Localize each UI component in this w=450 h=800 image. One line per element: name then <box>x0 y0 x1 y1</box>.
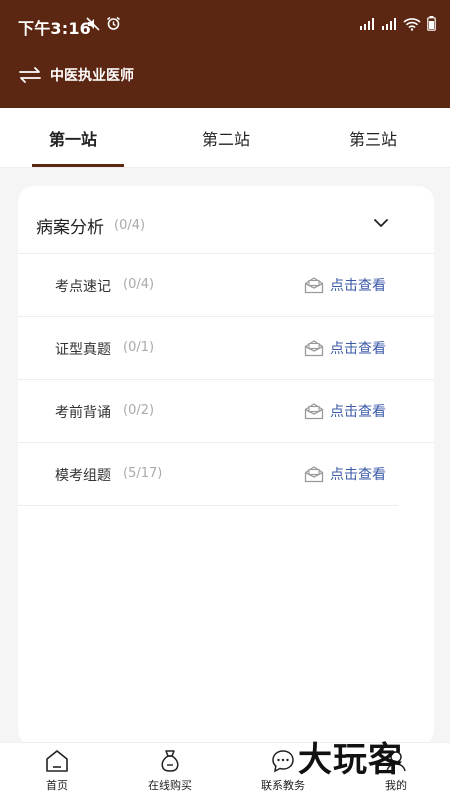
content-card: 病案分析 (0/4) 考点速记 (0/4) 点击查看 证型真题 (0/1) 点击 <box>18 186 434 746</box>
list-item: 考点速记 (0/4) 点击查看 <box>18 254 434 317</box>
home-icon <box>46 750 68 772</box>
list-item: 证型真题 (0/1) 点击查看 <box>18 317 434 380</box>
item-count: (0/2) <box>123 403 155 418</box>
item-count: (0/1) <box>123 340 155 355</box>
nav-label: 首页 <box>46 779 68 792</box>
wifi-icon <box>403 17 421 31</box>
view-label: 点击查看 <box>330 341 386 357</box>
envelope-icon <box>304 340 324 357</box>
view-label: 点击查看 <box>330 278 386 294</box>
status-time: 下午3:16 <box>18 19 91 38</box>
mute-icon <box>86 16 100 31</box>
envelope-icon <box>304 277 324 294</box>
station-tabs: 第一站 第二站 第三站 <box>0 108 450 168</box>
alarm-icon <box>107 16 120 30</box>
list-item: 模考组题 (5/17) 点击查看 <box>18 443 398 506</box>
watermark: 大玩客 <box>298 740 403 780</box>
chevron-down-icon[interactable] <box>374 219 388 228</box>
switch-icon[interactable] <box>18 63 42 87</box>
view-button[interactable]: 点击查看 <box>304 336 386 360</box>
section-count: (0/4) <box>114 218 146 233</box>
section-title: 病案分析 <box>36 218 104 238</box>
nav-shop[interactable]: 在线购买 <box>130 749 210 799</box>
signal-hd-icon <box>360 17 374 30</box>
tab-station-1[interactable]: 第一站 <box>0 108 146 168</box>
section-header[interactable]: 病案分析 (0/4) <box>18 186 434 254</box>
nav-home[interactable]: 首页 <box>17 749 97 799</box>
battery-icon <box>427 16 436 31</box>
chat-bubble-icon <box>272 750 294 773</box>
view-label: 点击查看 <box>330 404 386 420</box>
item-count: (5/17) <box>123 466 163 481</box>
app-title: 中医执业医师 <box>50 68 134 84</box>
item-label: 考点速记 <box>55 279 111 295</box>
view-label: 点击查看 <box>330 467 386 483</box>
money-bag-icon <box>161 750 179 772</box>
view-button[interactable]: 点击查看 <box>304 399 386 423</box>
tab-station-2[interactable]: 第二站 <box>152 108 300 168</box>
item-count: (0/4) <box>123 277 155 292</box>
view-button[interactable]: 点击查看 <box>304 462 386 486</box>
envelope-icon <box>304 403 324 420</box>
nav-label: 在线购买 <box>148 779 192 792</box>
list-item: 考前背诵 (0/2) 点击查看 <box>18 380 434 443</box>
signal-hd-icon <box>382 17 396 30</box>
view-button[interactable]: 点击查看 <box>304 273 386 297</box>
item-label: 模考组题 <box>55 468 111 484</box>
tab-station-3[interactable]: 第三站 <box>300 108 446 168</box>
item-label: 证型真题 <box>55 342 111 358</box>
envelope-icon <box>304 466 324 483</box>
active-tab-indicator <box>32 164 124 167</box>
status-bar: 下午3:16 <box>0 0 450 50</box>
item-label: 考前背诵 <box>55 405 111 421</box>
app-header: 下午3:16 中医执业医师 <box>0 0 450 108</box>
